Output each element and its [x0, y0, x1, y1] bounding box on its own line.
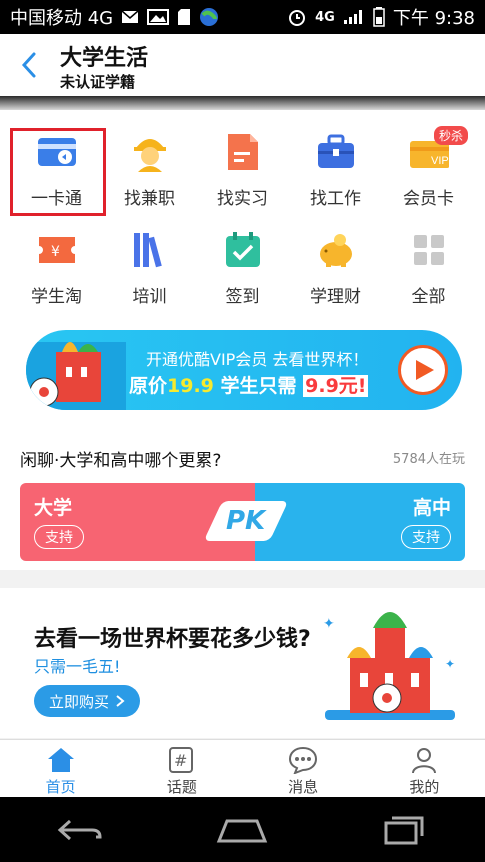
- youku-play-icon: [398, 345, 448, 395]
- service-label: 全部: [411, 287, 446, 307]
- image-icon: [147, 9, 170, 25]
- recents-icon: [384, 816, 424, 844]
- network-label: 4G: [315, 9, 335, 25]
- system-nav-bar: [0, 797, 485, 862]
- home-icon: [46, 746, 76, 774]
- support-right-button[interactable]: 支持: [401, 525, 451, 549]
- service-internship[interactable]: 找实习: [196, 120, 289, 215]
- app-header: 大学生活 未认证学籍: [0, 34, 485, 96]
- page-subtitle: 未认证学籍: [60, 73, 136, 91]
- grid-icon: [409, 230, 449, 270]
- service-vip-card[interactable]: VIP 秒杀 会员卡: [382, 120, 475, 215]
- service-check-in[interactable]: 签到: [196, 218, 289, 313]
- banner-new-price: 9.9元!: [303, 375, 369, 397]
- clock-label: 下午 9:38: [392, 8, 475, 29]
- service-finance[interactable]: 学理财: [289, 218, 382, 313]
- home-nav-button[interactable]: [212, 810, 272, 850]
- service-training[interactable]: 培训: [103, 218, 196, 313]
- alarm-icon: [287, 7, 307, 27]
- flash-sale-badge: 秒杀: [434, 126, 469, 145]
- buy-now-label: 立即购买: [48, 692, 109, 711]
- back-button[interactable]: [18, 48, 42, 82]
- header-shadow: [0, 96, 485, 110]
- pk-card: 大学 高中 支持 支持 PK: [20, 483, 465, 561]
- battery-icon: [373, 7, 385, 27]
- service-label: 学理财: [310, 287, 361, 307]
- ad-headline: 去看一场世界杯要花多少钱?: [34, 627, 311, 652]
- tab-label: 我的: [409, 778, 440, 796]
- back-arrow-icon: [57, 819, 102, 840]
- page-title: 大学生活: [60, 46, 149, 71]
- service-label: 找兼职: [124, 189, 175, 209]
- banner-price-mid: 学生只需: [213, 375, 304, 397]
- worldcup-ad-card[interactable]: 去看一场世界杯要花多少钱? 只需一毛五! 立即购买 ✦ ✦: [0, 588, 485, 738]
- service-jobs[interactable]: 找工作: [289, 120, 382, 215]
- service-label: 找工作: [310, 189, 361, 209]
- pk-player-count: 5784人在玩: [392, 452, 465, 467]
- tab-home[interactable]: 首页: [0, 740, 121, 797]
- selection-highlight: [10, 128, 106, 216]
- service-part-time[interactable]: 找兼职: [103, 120, 196, 215]
- coupon-icon: ¥: [37, 230, 77, 270]
- calendar-check-icon: [223, 230, 263, 270]
- message-icon: [288, 746, 318, 774]
- ad-subtext: 只需一毛五!: [34, 657, 121, 676]
- banner-line-1: 开通优酷VIP会员 去看世界杯！: [146, 350, 369, 369]
- support-left-button[interactable]: 支持: [34, 525, 84, 549]
- recents-nav-button[interactable]: [374, 810, 434, 850]
- buy-now-button[interactable]: 立即购买: [34, 685, 140, 717]
- hashtag-icon: #: [167, 746, 197, 774]
- service-student-shop[interactable]: ¥ 学生淘: [10, 218, 103, 313]
- chevron-right-icon: [116, 695, 125, 707]
- banner-price-prefix: 原价: [129, 375, 168, 397]
- svg-text:#: #: [174, 751, 187, 770]
- svg-text:✦: ✦: [323, 616, 335, 632]
- kremlin-illustration-icon: ✦ ✦: [323, 612, 455, 720]
- banner-old-price: 19.9: [167, 375, 214, 397]
- service-label: 学生淘: [31, 287, 82, 307]
- pk-left-label: 大学: [34, 497, 73, 519]
- sd-card-icon: [177, 8, 191, 26]
- tab-topics[interactable]: # 话题: [121, 740, 242, 797]
- tab-messages[interactable]: 消息: [243, 740, 364, 797]
- vip-promo-banner[interactable]: 开通优酷VIP会员 去看世界杯！ 原价19.9 学生只需 9.9元!: [26, 330, 462, 410]
- svg-text:VIP: VIP: [431, 155, 449, 167]
- globe-icon: [199, 7, 219, 27]
- kremlin-illustration-icon: [26, 342, 126, 410]
- bottom-tab-bar: 首页 # 话题 消息 我的: [0, 739, 485, 797]
- mail-icon: [121, 10, 139, 24]
- service-label: 培训: [132, 287, 167, 307]
- pk-question[interactable]: 闲聊·大学和高中哪个更累?: [20, 446, 221, 471]
- signal-icon: [343, 9, 365, 25]
- piggy-bank-icon: [316, 230, 356, 270]
- tab-label: 首页: [45, 778, 76, 796]
- tab-profile[interactable]: 我的: [364, 740, 485, 797]
- worker-icon: [130, 132, 170, 172]
- service-label: 找实习: [217, 189, 268, 209]
- back-nav-button[interactable]: [51, 810, 111, 850]
- books-icon: [130, 230, 170, 270]
- service-label: 会员卡: [403, 189, 454, 209]
- chevron-left-icon: [21, 52, 36, 78]
- svg-text:✦: ✦: [445, 657, 455, 671]
- user-icon: [409, 746, 439, 774]
- service-label: 签到: [225, 287, 260, 307]
- banner-line-2: 原价19.9 学生只需 9.9元!: [129, 371, 369, 398]
- tab-label: 话题: [166, 778, 197, 796]
- pk-badge-text: PK: [226, 506, 266, 536]
- carrier-label: 中国移动 4G: [10, 8, 114, 29]
- document-icon: [223, 132, 263, 172]
- home-outline-icon: [217, 819, 268, 842]
- service-all[interactable]: 全部: [382, 218, 475, 313]
- pk-right-label: 高中: [412, 497, 451, 519]
- tab-label: 消息: [288, 778, 319, 796]
- briefcase-icon: [316, 132, 356, 172]
- svg-text:¥: ¥: [51, 244, 60, 260]
- status-bar: 中国移动 4G 4G 下午 9:38: [0, 0, 485, 34]
